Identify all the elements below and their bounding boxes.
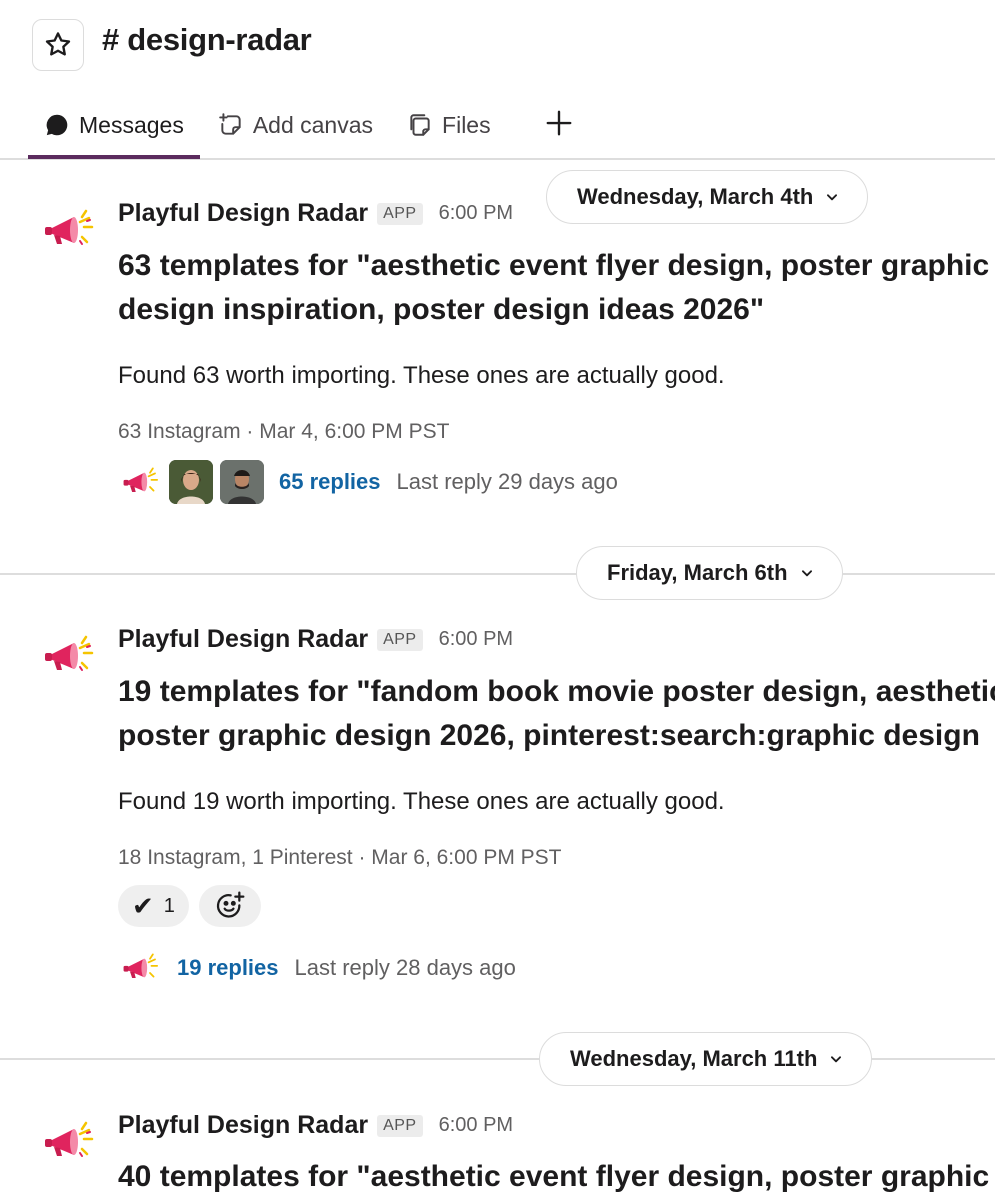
message-header: Playful Design Radar APP 6:00 PM [118,199,513,228]
message-title-line: 40 templates for "aesthetic event flyer … [118,1160,990,1193]
message-time[interactable]: 6:00 PM [439,628,513,651]
channel-name[interactable]: # design-radar [102,22,312,58]
app-badge: APP [377,1114,423,1137]
chevron-down-icon [829,1052,843,1066]
message-bubble-icon [44,112,70,138]
tab-label: Add canvas [252,111,374,138]
message-title-line: poster graphic design 2026, pinterest:se… [118,719,980,752]
bot-avatar[interactable] [38,626,98,686]
message-time[interactable]: 6:00 PM [439,1114,513,1137]
last-reply-text: Last reply 29 days ago [396,469,618,494]
date-jump-button[interactable]: Wednesday, March 11th [539,1032,873,1086]
plus-icon [546,110,572,136]
tab-label: Files [442,111,491,138]
megaphone-icon [45,1121,94,1157]
date-label: Friday, March 6th [607,560,788,585]
message-meta: 18 Instagram, 1 Pinterest · Mar 6, 6:00 … [118,846,562,869]
message-title-line: 19 templates for "fandom book movie post… [118,675,995,708]
date-divider [0,573,995,575]
date-jump-button[interactable]: Friday, March 6th [576,546,843,600]
star-icon [45,32,71,56]
active-tab-indicator [28,155,200,159]
megaphone-icon [123,953,159,978]
replies-link[interactable]: 65 replies [279,469,381,495]
bot-avatar[interactable] [38,200,98,260]
user-avatar [169,460,213,504]
bot-avatar-small [118,460,162,504]
chevron-down-icon [825,190,839,204]
reaction-count: 1 [163,894,175,917]
message-header: Playful Design Radar APP 6:00 PM [118,1111,513,1140]
channel-header: # design-radar Messages Add canvas Files [0,0,995,160]
date-jump-button[interactable]: Wednesday, March 4th [546,170,869,224]
date-label: Wednesday, March 4th [577,184,814,209]
sender-name[interactable]: Playful Design Radar [118,625,368,654]
sender-name[interactable]: Playful Design Radar [118,1111,368,1140]
date-label: Wednesday, March 11th [570,1046,818,1071]
bot-avatar-small [118,946,162,990]
star-channel-button[interactable] [32,19,84,71]
thread-summary[interactable]: 65 replies Last reply 29 days ago [118,460,618,504]
reaction-check[interactable]: ✔ 1 [118,885,189,927]
megaphone-icon [45,635,94,671]
message-header: Playful Design Radar APP 6:00 PM [118,625,513,654]
tab-label: Messages [79,111,184,138]
message-body: Found 63 worth importing. These ones are… [118,362,725,389]
tab-files[interactable]: Files [391,100,509,150]
files-icon [407,112,433,138]
check-mark-icon: ✔ [132,890,154,921]
app-badge: APP [377,202,423,225]
app-badge: APP [377,628,423,651]
message-body: Found 19 worth importing. These ones are… [118,788,725,815]
add-canvas-icon [218,112,244,138]
sender-name[interactable]: Playful Design Radar [118,199,368,228]
tab-add-canvas[interactable]: Add canvas [202,100,391,150]
message-title-line: design inspiration, poster design ideas … [118,293,765,326]
megaphone-icon [45,209,94,245]
message-title-line: 63 templates for "aesthetic event flyer … [118,249,990,282]
channel-tabs: Messages Add canvas Files [28,100,509,160]
user-avatar [220,460,264,504]
tab-messages[interactable]: Messages [28,100,202,150]
message-time[interactable]: 6:00 PM [439,202,513,225]
add-tab-button[interactable] [544,108,574,143]
add-reaction-button[interactable] [198,885,261,927]
bot-avatar[interactable] [38,1112,98,1172]
last-reply-text: Last reply 28 days ago [294,955,516,980]
message-meta: 63 Instagram · Mar 4, 6:00 PM PST [118,420,450,443]
chevron-down-icon [800,566,814,580]
reactions-bar: ✔ 1 [118,885,261,927]
thread-summary[interactable]: 19 replies Last reply 28 days ago [118,946,516,990]
add-emoji-icon [216,891,245,918]
replies-link[interactable]: 19 replies [177,955,279,981]
megaphone-icon [123,467,159,492]
